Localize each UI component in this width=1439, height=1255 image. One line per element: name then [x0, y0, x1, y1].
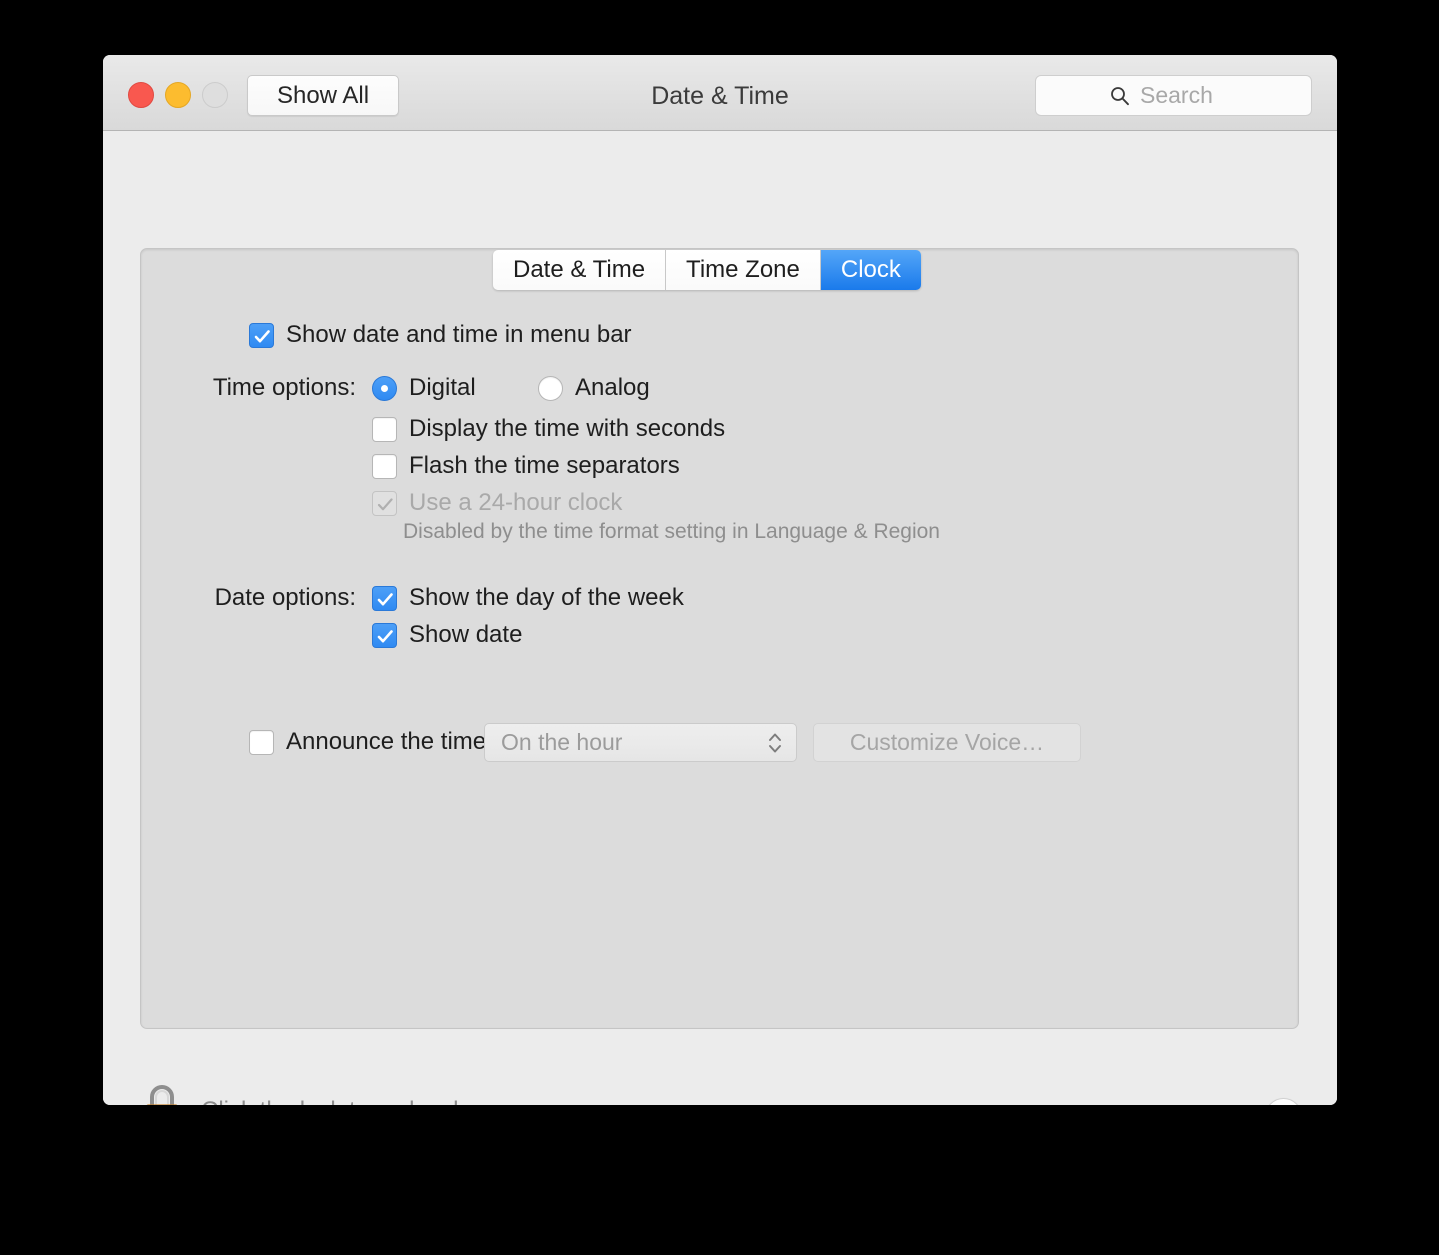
lock-hint-text: Click the lock to make changes. [201, 1097, 539, 1105]
customize-voice-button: Customize Voice… [813, 723, 1081, 762]
search-placeholder: Search [1140, 82, 1213, 108]
show-day-of-week-row: Show the day of the week [372, 584, 684, 612]
checkmark-icon [377, 592, 393, 605]
time-options-label: Time options: [212, 374, 356, 401]
tab-date-and-time[interactable]: Date & Time [493, 250, 667, 290]
system-preferences-window: Show All Date & Time Search Date & Time [103, 55, 1337, 1105]
time-format-helper-text: Disabled by the time format setting in L… [403, 520, 940, 543]
checkmark-icon [254, 329, 270, 342]
radio-digital[interactable] [372, 375, 397, 401]
show-date-label: Show date [409, 621, 523, 648]
tab-label: Date & Time [513, 256, 646, 283]
display-seconds-label: Display the time with seconds [409, 415, 726, 442]
tab-clock[interactable]: Clock [820, 250, 921, 290]
tab-label: Time Zone [686, 256, 800, 283]
date-options-label: Date options: [214, 584, 356, 611]
search-field[interactable]: Search [1035, 75, 1312, 116]
radio-digital-label: Digital [409, 374, 476, 401]
announce-time-row: Announce the time: [249, 728, 493, 756]
checkmark-icon [377, 629, 393, 642]
flash-separators-checkbox[interactable] [372, 453, 397, 479]
time-option-digital-row: Digital [372, 374, 476, 402]
announce-interval-select[interactable]: On the hour [484, 723, 797, 762]
help-label: ? [1276, 1102, 1291, 1105]
use-24-hour-clock-label: Use a 24-hour clock [409, 489, 623, 516]
announce-interval-value: On the hour [501, 729, 623, 755]
display-seconds-checkbox[interactable] [372, 416, 397, 442]
flash-separators-label: Flash the time separators [409, 452, 680, 479]
show-in-menu-bar-row: Show date and time in menu bar [249, 321, 632, 349]
help-button[interactable]: ? [1265, 1098, 1302, 1105]
show-date-row: Show date [372, 621, 522, 649]
chevron-up-down-icon [769, 733, 781, 752]
show-date-checkbox[interactable] [372, 622, 397, 648]
time-option-analog-row: Analog [538, 374, 650, 402]
tab-bar: Date & Time Time Zone Clock [493, 250, 921, 290]
show-in-menu-bar-checkbox[interactable] [249, 322, 274, 348]
radio-analog-label: Analog [575, 374, 650, 401]
announce-time-label: Announce the time: [286, 728, 493, 755]
use-24-hour-clock-row: Use a 24-hour clock [372, 489, 622, 517]
radio-analog[interactable] [538, 375, 563, 401]
display-seconds-row: Display the time with seconds [372, 415, 725, 443]
show-day-of-week-label: Show the day of the week [409, 584, 684, 611]
search-icon [1111, 86, 1129, 105]
flash-separators-row: Flash the time separators [372, 452, 680, 480]
preferences-panel [140, 248, 1299, 1029]
show-in-menu-bar-label: Show date and time in menu bar [286, 321, 632, 348]
screen: Show All Date & Time Search Date & Time [0, 0, 1439, 1255]
window-titlebar: Show All Date & Time Search [103, 55, 1337, 131]
use-24-hour-clock-checkbox [372, 490, 397, 516]
window-content: Date & Time Time Zone Clock Show date an… [103, 131, 1337, 1105]
show-day-of-week-checkbox[interactable] [372, 585, 397, 611]
tab-label: Clock [840, 256, 901, 283]
announce-time-checkbox[interactable] [249, 729, 274, 755]
checkmark-icon [377, 497, 393, 510]
customize-voice-label: Customize Voice… [849, 729, 1045, 755]
lock-closed-icon[interactable] [139, 1082, 185, 1105]
tab-time-zone[interactable]: Time Zone [666, 250, 821, 290]
